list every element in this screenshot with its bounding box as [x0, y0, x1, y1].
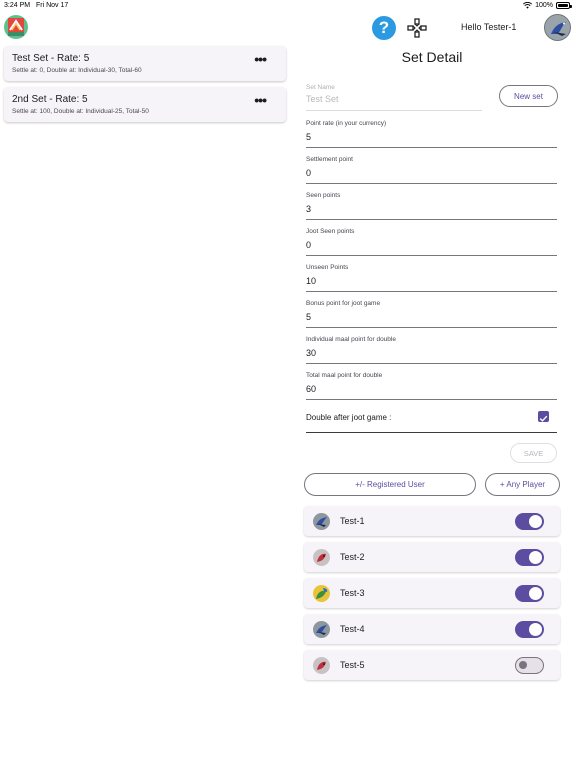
player-row: Test-4: [304, 614, 560, 644]
total-maal-point-field[interactable]: Total maal point for double 60: [306, 372, 557, 400]
bird-avatar: [313, 621, 330, 638]
field-value: 0: [306, 168, 312, 178]
field-label: Settlement point: [306, 156, 353, 163]
status-date: Fri Nov 17: [36, 2, 69, 9]
toggle-knob: [529, 515, 542, 528]
registered-user-button[interactable]: +/- Registered User: [304, 473, 476, 496]
player-toggle[interactable]: [515, 585, 544, 602]
page-title: Set Detail: [401, 49, 463, 65]
field-value: 5: [306, 132, 312, 142]
bonus-point-field[interactable]: Bonus point for joot game 5: [306, 300, 557, 328]
player-name: Test-4: [340, 624, 365, 634]
user-greeting: Hello Tester-1: [461, 22, 517, 32]
set-card-title: Test Set - Rate: 5: [12, 53, 90, 64]
double-after-joot-checkbox[interactable]: [538, 411, 549, 422]
player-row: Test-1: [304, 506, 560, 536]
double-after-joot-label: Double after joot game :: [306, 413, 392, 422]
any-player-button[interactable]: + Any Player: [485, 473, 560, 496]
player-toggle[interactable]: [515, 513, 544, 530]
app-logo-icon[interactable]: [4, 15, 28, 39]
set-card[interactable]: 2nd Set - Rate: 5 Settle at: 100, Double…: [4, 87, 286, 122]
unseen-points-field[interactable]: Unseen Points 10: [306, 264, 557, 292]
field-value: 60: [306, 384, 317, 394]
player-name: Test-5: [340, 660, 365, 670]
field-value: 30: [306, 348, 317, 358]
status-indicators: 100%: [523, 2, 572, 9]
user-avatar[interactable]: [544, 14, 571, 41]
more-options-icon[interactable]: •••: [254, 93, 267, 107]
set-name-placeholder: Test Set: [306, 94, 339, 104]
red-bird-avatar: [313, 657, 330, 674]
field-label: Joot Seen points: [306, 228, 355, 235]
toggle-knob: [529, 587, 542, 600]
set-card-subtitle: Settle at: 100, Double at: Individual-25…: [12, 108, 149, 115]
save-button[interactable]: SAVE: [510, 443, 557, 463]
seen-points-field[interactable]: Seen points 3: [306, 192, 557, 220]
field-value: 0: [306, 240, 312, 250]
gamepad-icon[interactable]: [406, 17, 428, 39]
battery-icon: [556, 2, 572, 9]
player-toggle[interactable]: [515, 549, 544, 566]
bird-avatar: [313, 513, 330, 530]
status-bar: 3:24 PM Fri Nov 17 100%: [0, 0, 576, 12]
set-card-subtitle: Settle at: 0, Double at: Individual-30, …: [12, 67, 142, 74]
wifi-icon: [523, 2, 533, 9]
check-icon: [539, 415, 548, 422]
parrot-avatar: [313, 585, 330, 602]
toggle-knob: [519, 661, 527, 669]
player-toggle[interactable]: [515, 621, 544, 638]
joot-seen-points-field[interactable]: Joot Seen points 0: [306, 228, 557, 256]
battery-percent: 100%: [535, 2, 553, 9]
player-name: Test-3: [340, 588, 365, 598]
double-after-joot-row: Double after joot game :: [306, 408, 557, 433]
player-toggle[interactable]: [515, 657, 544, 674]
set-name-field[interactable]: Set Name Test Set: [306, 84, 482, 111]
toggle-knob: [529, 551, 542, 564]
new-set-button[interactable]: New set: [499, 85, 558, 107]
field-label: Individual maal point for double: [306, 336, 396, 343]
player-row: Test-5: [304, 650, 560, 680]
field-label: Bonus point for joot game: [306, 300, 381, 307]
field-value: 10: [306, 276, 317, 286]
help-icon[interactable]: ?: [372, 16, 396, 40]
field-label: Total maal point for double: [306, 372, 383, 379]
point-rate-field[interactable]: Point rate (in your currency) 5: [306, 120, 557, 148]
field-value: 3: [306, 204, 312, 214]
settlement-point-field[interactable]: Settlement point 0: [306, 156, 557, 184]
red-bird-avatar: [313, 549, 330, 566]
set-name-label: Set Name: [306, 84, 335, 91]
player-name: Test-2: [340, 552, 365, 562]
more-options-icon[interactable]: •••: [254, 52, 267, 66]
set-card[interactable]: Test Set - Rate: 5 Settle at: 0, Double …: [4, 46, 286, 81]
field-label: Point rate (in your currency): [306, 120, 387, 127]
set-card-title: 2nd Set - Rate: 5: [12, 94, 88, 105]
field-label: Seen points: [306, 192, 341, 199]
player-name: Test-1: [340, 516, 365, 526]
field-label: Unseen Points: [306, 264, 349, 271]
field-value: 5: [306, 312, 312, 322]
player-row: Test-3: [304, 578, 560, 608]
toggle-knob: [529, 623, 542, 636]
status-time: 3:24 PM: [4, 2, 31, 9]
individual-maal-point-field[interactable]: Individual maal point for double 30: [306, 336, 557, 364]
player-row: Test-2: [304, 542, 560, 572]
